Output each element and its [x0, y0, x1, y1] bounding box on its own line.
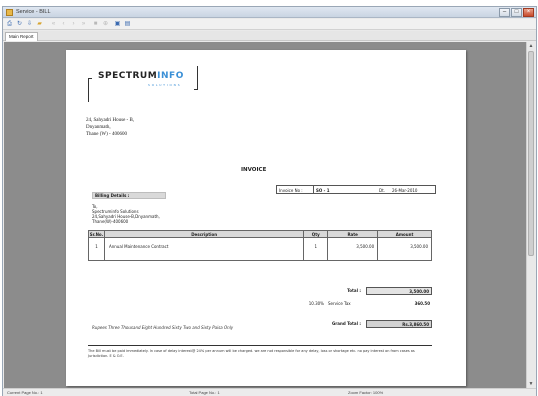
- tab-strip: Main Report: [3, 31, 536, 41]
- toolbar: ⎙ ↻ ⇩ ▰ « ‹ › » ■ ⊕ ▣ ▤: [3, 19, 536, 30]
- app-icon: [6, 9, 13, 16]
- logo-main: SPECTRUM: [98, 71, 158, 81]
- window-title: Service - BILL: [16, 9, 51, 15]
- report-viewer-window: Service - BILL – □ × ⎙ ↻ ⇩ ▰ « ‹ › » ■ ⊕…: [2, 6, 537, 396]
- bill-to-line: Thane(W)-400600: [92, 219, 129, 224]
- table-header-row: Sr.No. Description Qty Rate Amount: [88, 230, 432, 238]
- print-icon[interactable]: ⎙: [6, 21, 13, 28]
- divider: [88, 345, 432, 346]
- scroll-up-icon[interactable]: ▲: [528, 43, 534, 49]
- invoice-no-label: Invoice No :: [279, 188, 303, 193]
- company-address-line: Dnyanmath,: [86, 125, 111, 130]
- billing-details-label: Billing Details :: [92, 192, 166, 199]
- export-icon[interactable]: ⇩: [26, 21, 33, 28]
- open-icon[interactable]: ▰: [36, 21, 43, 28]
- report-viewport[interactable]: SPECTRUMINFO SOLUTIONS 24, Sahyadri Hous…: [4, 42, 535, 388]
- prev-page-icon[interactable]: ‹: [60, 21, 67, 28]
- total-value: 3,500.00: [366, 287, 432, 295]
- next-page-icon[interactable]: ›: [70, 21, 77, 28]
- title-bar: Service - BILL – □ ×: [3, 7, 536, 18]
- grand-total-label: Grand Total :: [332, 321, 361, 326]
- print-layout-icon[interactable]: ▣: [114, 21, 121, 28]
- column-header-rate: Rate: [327, 230, 379, 238]
- service-tax-label: Service Tax: [328, 301, 351, 306]
- service-tax-value: 360.50: [414, 301, 430, 306]
- logo-subtitle: SOLUTIONS: [148, 83, 182, 87]
- cell-srno: 1: [88, 237, 105, 255]
- invoice-no-value: SO - 1: [316, 188, 330, 193]
- tax-rate: 10.30%: [308, 301, 324, 306]
- invoice-date: 26-Mar-2010: [392, 188, 418, 193]
- company-address-line: 24, Sahyadri House - B,: [86, 118, 135, 123]
- last-page-icon[interactable]: »: [80, 21, 87, 28]
- invoice-heading: INVOICE: [241, 167, 267, 173]
- company-logo: SPECTRUMINFO SOLUTIONS: [88, 66, 198, 102]
- cell-rate: 3,500.00: [327, 237, 379, 255]
- terms-note: The Bill must be paid immediately. In ca…: [88, 349, 415, 358]
- amount-in-words: Rupees Three Thousand Eight Hundred Sixt…: [92, 325, 234, 330]
- logo-text: SPECTRUMINFO: [98, 71, 184, 81]
- tab-main-report[interactable]: Main Report: [5, 32, 38, 41]
- grand-total-value: Rs.3,860.50: [366, 320, 432, 328]
- cell-qty: 1: [303, 237, 329, 255]
- column-header-amount: Amount: [377, 230, 432, 238]
- table-filler-row: [88, 254, 432, 261]
- vertical-scrollbar[interactable]: ▲ ▼: [526, 42, 535, 388]
- invoice-page: SPECTRUMINFO SOLUTIONS 24, Sahyadri Hous…: [66, 50, 466, 386]
- date-label: Dt.: [379, 188, 385, 193]
- logo-bracket-right: [194, 66, 198, 90]
- zoom-icon[interactable]: ⊕: [102, 21, 109, 28]
- total-label: Total :: [347, 288, 361, 293]
- total-page-status: Total Page No.: 1: [189, 390, 220, 395]
- divider: [313, 186, 314, 194]
- refresh-icon[interactable]: ↻: [16, 21, 23, 28]
- first-page-icon[interactable]: «: [50, 21, 57, 28]
- cell-amount: 3,500.00: [377, 237, 432, 255]
- table-row: 1 Annual Maintenance Contract 1 3,500.00…: [88, 237, 432, 255]
- logo-bracket-left: [88, 78, 92, 102]
- column-header-description: Description: [103, 230, 305, 238]
- scroll-thumb[interactable]: [528, 51, 534, 256]
- layout-options-icon[interactable]: ▤: [124, 21, 131, 28]
- stop-icon[interactable]: ■: [92, 21, 99, 28]
- company-address-line: Thane (W) - 400600: [86, 132, 127, 137]
- invoice-number-box: Invoice No : SO - 1 Dt. 26-Mar-2010: [276, 185, 436, 194]
- zoom-status: Zoom Factor: 100%: [348, 390, 384, 395]
- cell-description: Annual Maintenance Contract: [103, 237, 305, 255]
- status-bar: Current Page No.: 1 Total Page No.: 1 Zo…: [3, 388, 536, 396]
- scroll-down-icon[interactable]: ▼: [528, 381, 534, 387]
- column-header-qty: Qty: [303, 230, 329, 238]
- minimize-button[interactable]: –: [499, 8, 510, 17]
- logo-accent: INFO: [157, 71, 184, 81]
- line-items-table: Sr.No. Description Qty Rate Amount 1 Ann…: [88, 230, 432, 261]
- maximize-button[interactable]: □: [511, 8, 522, 17]
- column-header-srno: Sr.No.: [88, 230, 105, 238]
- close-button[interactable]: ×: [523, 8, 534, 17]
- current-page-status: Current Page No.: 1: [7, 390, 43, 395]
